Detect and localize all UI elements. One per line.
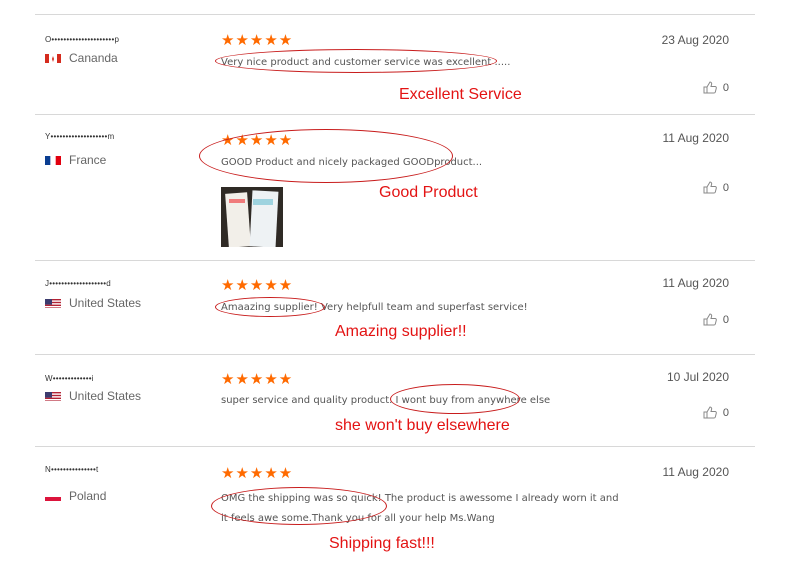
reviewer-name: J•••••••••••••••••••d (45, 279, 111, 288)
annotation-label: Amazing supplier!! (335, 323, 467, 340)
thumbs-up-icon (703, 406, 717, 419)
highlight-ellipse (390, 384, 520, 414)
us-flag-icon (45, 298, 61, 308)
like-count: 0 (722, 406, 729, 419)
highlight-ellipse (215, 297, 325, 317)
star-rating: ★★★★★ (221, 277, 294, 294)
france-flag-icon (45, 155, 61, 165)
review-item: J•••••••••••••••••••d United States ★★★★… (35, 260, 755, 355)
review-item: O•••••••••••••••••••••p Cananda ★★★★★ Ve… (35, 14, 755, 115)
star-rating: ★★★★★ (221, 32, 294, 49)
reviewer-name: Y•••••••••••••••••••m (45, 132, 115, 141)
reviewer-country: Poland (45, 489, 106, 503)
review-date: 23 Aug 2020 (661, 33, 729, 47)
star-rating: ★★★★★ (221, 465, 294, 482)
like-count: 0 (722, 313, 729, 326)
country-label: France (69, 153, 107, 167)
canada-flag-icon (45, 53, 61, 63)
review-photo[interactable] (221, 187, 283, 247)
reviewer-country: Cananda (45, 51, 118, 65)
like-button[interactable]: 0 (703, 81, 729, 94)
review-date: 11 Aug 2020 (662, 131, 729, 145)
like-button[interactable]: 0 (703, 406, 729, 419)
review-date: 11 Aug 2020 (662, 465, 729, 479)
reviewer-country: United States (45, 296, 141, 310)
reviewer-country: United States (45, 389, 141, 403)
review-item: W•••••••••••••i United States ★★★★★ supe… (35, 354, 755, 447)
country-label: Poland (69, 489, 107, 503)
country-label: United States (69, 296, 142, 310)
thumbs-up-icon (703, 181, 717, 194)
reviewer-name: O•••••••••••••••••••••p (45, 35, 120, 44)
thumbs-up-icon (703, 313, 717, 326)
like-button[interactable]: 0 (703, 313, 729, 326)
like-count: 0 (722, 81, 729, 94)
review-item: Y•••••••••••••••••••m France ★★★★★ GOOD … (35, 114, 755, 261)
us-flag-icon (45, 391, 61, 401)
country-label: United States (69, 389, 142, 403)
annotation-label: she won't buy elsewhere (335, 417, 510, 434)
review-date: 11 Aug 2020 (662, 276, 729, 290)
annotation-label: Excellent Service (399, 86, 522, 103)
poland-flag-icon (45, 491, 61, 501)
like-button[interactable]: 0 (703, 181, 729, 194)
reviewer-name: W•••••••••••••i (45, 374, 94, 383)
star-rating: ★★★★★ (221, 371, 294, 388)
review-date: 10 Jul 2020 (666, 370, 729, 384)
review-item: N•••••••••••••••t Poland ★★★★★ OMG the s… (35, 446, 755, 565)
highlight-ellipse (199, 129, 453, 183)
reviewer-country: France (45, 153, 106, 167)
highlight-ellipse (211, 487, 387, 525)
annotation-label: Shipping fast!!! (329, 535, 435, 552)
country-label: Cananda (69, 51, 118, 65)
reviewer-name: N•••••••••••••••t (45, 465, 99, 474)
like-count: 0 (722, 181, 729, 194)
thumbs-up-icon (703, 81, 717, 94)
highlight-ellipse (215, 49, 497, 73)
annotation-label: Good Product (379, 184, 478, 201)
